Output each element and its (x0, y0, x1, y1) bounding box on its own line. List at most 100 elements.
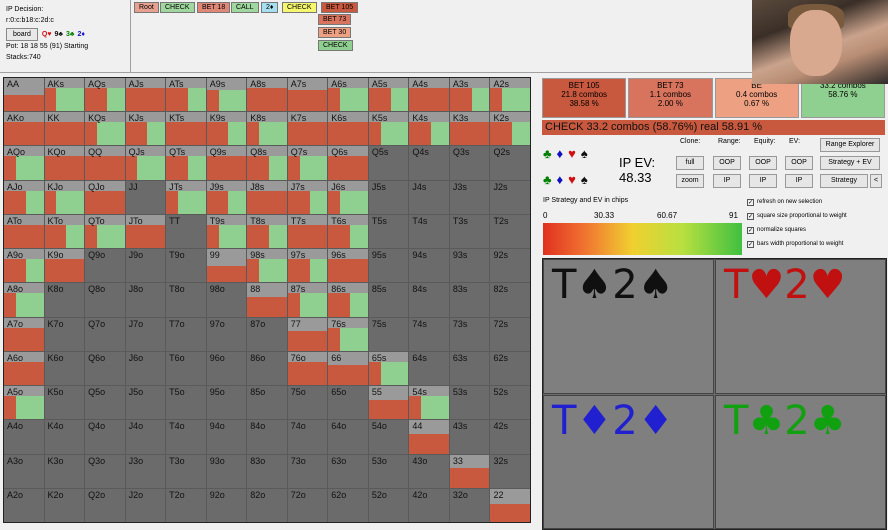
tree-node[interactable]: CHECK (282, 2, 317, 13)
hand-cell[interactable]: 54o (368, 420, 409, 454)
hand-cell[interactable]: Q9s (206, 146, 247, 180)
hand-cell[interactable]: QTs (166, 146, 206, 180)
suit-filter-icon[interactable]: ♥ (568, 146, 581, 161)
suit-filter-icon[interactable]: ♣ (543, 146, 557, 161)
hand-cell[interactable]: QJs (125, 146, 166, 180)
hand-cell[interactable]: AJo (4, 180, 44, 214)
checkbox-icon[interactable]: ✓ (747, 226, 754, 234)
zoom-button[interactable]: zoom (676, 174, 704, 188)
tree-node[interactable]: BET 105 (321, 2, 359, 13)
hand-cell[interactable]: 87s (287, 283, 328, 317)
tree-node[interactable]: BET 18 (197, 2, 231, 13)
hand-cell[interactable]: A2s (490, 78, 530, 112)
hand-cell[interactable]: 22 (490, 488, 530, 522)
hand-cell[interactable]: TT (166, 214, 206, 249)
option-refresh[interactable]: ✓ refresh on new selection (747, 195, 887, 209)
strategy-button[interactable]: Strategy (820, 174, 868, 188)
hand-cell[interactable]: Q8o (85, 283, 125, 317)
hand-cell[interactable]: AA (4, 78, 44, 112)
ev-oop-button[interactable]: OOP (785, 156, 813, 170)
hand-cell[interactable]: 66 (328, 351, 368, 386)
hand-cell[interactable]: 43s (449, 420, 490, 454)
hand-cell[interactable]: 99 (206, 249, 247, 283)
hand-cell[interactable]: JTo (125, 214, 166, 249)
hand-cell[interactable]: 54s (409, 386, 449, 420)
hand-cell[interactable]: Q3o (85, 454, 125, 488)
hand-cell[interactable]: 74o (287, 420, 328, 454)
hand-cell[interactable]: KTs (166, 112, 206, 146)
hand-cell[interactable]: K3s (449, 112, 490, 146)
hand-cell[interactable]: J8o (125, 283, 166, 317)
hand-cell[interactable]: KK (44, 112, 85, 146)
hand-cell[interactable]: KQs (85, 112, 125, 146)
range-ip-button[interactable]: IP (713, 174, 741, 188)
hand-cell[interactable]: 62s (490, 351, 530, 386)
hand-cell[interactable]: 85s (368, 283, 409, 317)
hand-cell[interactable]: K2s (490, 112, 530, 146)
hand-cell[interactable]: 63s (449, 351, 490, 386)
hand-cell[interactable]: K8o (44, 283, 85, 317)
collapse-button[interactable]: < (870, 174, 882, 188)
tree-node[interactable]: 2♦ (261, 2, 279, 13)
hand-cell[interactable]: Q5s (368, 146, 409, 180)
hand-cell[interactable]: A6s (328, 78, 368, 112)
hand-cell[interactable]: JJ (125, 180, 166, 214)
hand-cell[interactable]: ATo (4, 214, 44, 249)
action-box[interactable]: BET 105 21.8 combos 38.58 % (542, 78, 627, 118)
hand-cell[interactable]: 53s (449, 386, 490, 420)
tree-node[interactable]: BET 73 (318, 14, 352, 25)
hand-cell[interactable]: 55 (368, 386, 409, 420)
hand-cell[interactable]: J9s (206, 180, 247, 214)
hand-cell[interactable]: Q6o (85, 351, 125, 386)
combo-cell[interactable]: T♠2♠ (543, 259, 714, 394)
hand-cell[interactable]: 77 (287, 317, 328, 351)
hand-cell[interactable]: K2o (44, 488, 85, 522)
hand-cell[interactable]: T3o (166, 454, 206, 488)
hand-cell[interactable]: A2o (4, 488, 44, 522)
hand-cell[interactable]: T8o (166, 283, 206, 317)
hand-cell[interactable]: A5o (4, 386, 44, 420)
hand-cell[interactable]: T5o (166, 386, 206, 420)
hand-cell[interactable]: 73s (449, 317, 490, 351)
hand-cell[interactable]: 92s (490, 249, 530, 283)
hand-cell[interactable]: Q7s (287, 146, 328, 180)
hand-cell[interactable]: AKo (4, 112, 44, 146)
hand-cell[interactable]: T9s (206, 214, 247, 249)
hand-cell[interactable]: K9s (206, 112, 247, 146)
hand-cell[interactable]: QTo (85, 214, 125, 249)
hand-cell[interactable]: KJs (125, 112, 166, 146)
hand-cell[interactable]: Q2s (490, 146, 530, 180)
hand-cell[interactable]: T5s (368, 214, 409, 249)
equity-oop-button[interactable]: OOP (749, 156, 777, 170)
hand-cell[interactable]: 94s (409, 249, 449, 283)
hand-cell[interactable]: J3o (125, 454, 166, 488)
hand-cell[interactable]: 64o (328, 420, 368, 454)
hand-cell[interactable]: Q3s (449, 146, 490, 180)
hand-cell[interactable]: 97s (287, 249, 328, 283)
hand-cell[interactable]: 63o (328, 454, 368, 488)
suit-filter-icon[interactable]: ♦ (557, 146, 569, 161)
hand-cell[interactable]: 84o (247, 420, 287, 454)
action-box[interactable]: 33.2 combos 58.76 % (800, 78, 885, 118)
hand-cell[interactable]: 82o (247, 488, 287, 522)
hand-cell[interactable]: A8o (4, 283, 44, 317)
hand-cell[interactable]: Q8s (247, 146, 287, 180)
hand-cell[interactable]: 75o (287, 386, 328, 420)
hand-cell[interactable]: T4s (409, 214, 449, 249)
hand-cell[interactable]: K7s (287, 112, 328, 146)
hand-cell[interactable]: 83s (449, 283, 490, 317)
tree-node[interactable]: Root (134, 2, 159, 13)
hand-cell[interactable]: J5o (125, 386, 166, 420)
hand-cell[interactable]: K8s (247, 112, 287, 146)
hand-cell[interactable]: 75s (368, 317, 409, 351)
hand-cell[interactable]: K4o (44, 420, 85, 454)
hand-cell[interactable]: 76s (328, 317, 368, 351)
action-box[interactable]: BE 0.4 combos 0.67 % (714, 78, 799, 118)
strategy-ev-button[interactable]: Strategy + EV (820, 156, 880, 170)
hand-cell[interactable]: T7o (166, 317, 206, 351)
hand-cell[interactable]: AJs (125, 78, 166, 112)
hand-cell[interactable]: T4o (166, 420, 206, 454)
hand-cell[interactable]: Q9o (85, 249, 125, 283)
hand-cell[interactable]: T6s (328, 214, 368, 249)
hand-cell[interactable]: A3s (449, 78, 490, 112)
